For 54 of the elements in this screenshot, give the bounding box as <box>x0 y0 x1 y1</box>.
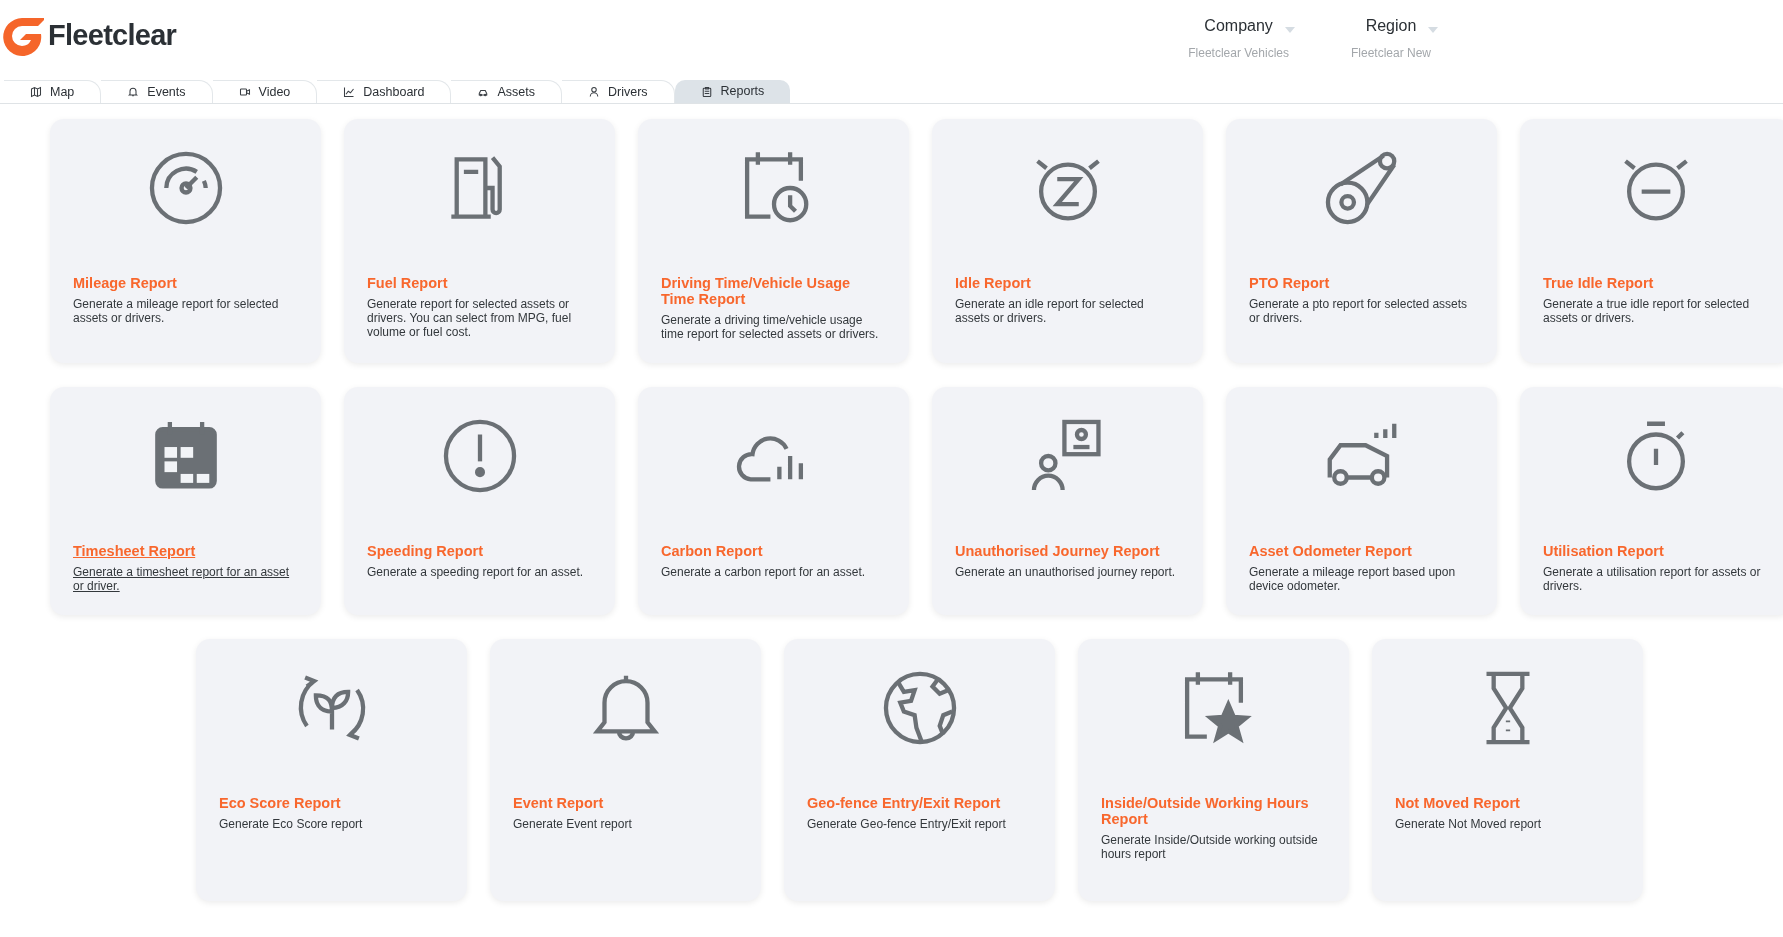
report-card[interactable]: Asset Odometer Report Generate a mileage report based upon device odometer. <box>1226 387 1497 615</box>
selector-value: Fleetclear New <box>1350 45 1431 62</box>
clipboard-icon <box>700 85 713 98</box>
report-description: Generate a timesheet report for an asset or driver. <box>73 565 291 593</box>
report-card[interactable]: Inside/Outside Working Hours Report Generate Inside/Outside working outside hours report <box>1078 639 1349 901</box>
selector-label[interactable]: Region <box>1365 14 1417 38</box>
bell-icon <box>127 86 140 98</box>
report-description: Generate an idle report for selected assets or drivers. <box>955 297 1145 325</box>
nav-tab[interactable]: Drivers <box>561 80 675 103</box>
report-description: Generate a pto report for selected assets or drivers. <box>1249 297 1469 325</box>
report-description: Generate a utilisation report for assets or drivers. <box>1543 565 1762 593</box>
nav-tab[interactable]: Events <box>101 80 213 103</box>
person-icon <box>587 86 600 98</box>
report-card[interactable]: Speeding Report Generate a speeding report for an asset. <box>344 387 615 615</box>
nav-tab[interactable]: Reports <box>674 80 791 103</box>
report-card[interactable]: Geo-fence Entry/Exit Report Generate Geo-fence Entry/Exit report <box>784 639 1055 901</box>
report-description: Generate Inside/Outside working outside hours report <box>1101 833 1319 861</box>
report-description: Generate an unauthorised journey report. <box>955 565 1177 579</box>
report-description: Generate Not Moved report <box>1395 817 1543 831</box>
report-card[interactable]: Utilisation Report Generate a utilisation report for assets or drivers. <box>1520 387 1783 615</box>
report-card[interactable]: Event Report Generate Event report <box>490 639 761 901</box>
report-description: Generate a driving time/vehicle usage time report for selected assets or drivers. <box>661 313 880 341</box>
caret-icon[interactable] <box>1284 27 1295 33</box>
report-card[interactable]: Unauthorised Journey Report Generate an unauthorised journey report. <box>932 387 1203 615</box>
report-description: Generate a true idle report for selected assets or drivers. <box>1543 297 1751 325</box>
line-chart-icon <box>343 86 356 98</box>
report-description: Generate Eco Score report <box>219 817 364 831</box>
report-description: Generate a mileage report based upon device odometer. <box>1249 565 1457 593</box>
report-description: Generate a speeding report for an asset. <box>367 565 585 579</box>
video-camera-icon <box>238 86 251 98</box>
report-card[interactable]: True Idle Report Generate a true idle report for selected assets or drivers. <box>1520 119 1783 363</box>
nav-tab[interactable]: Map <box>4 80 102 103</box>
report-card[interactable]: Not Moved Report Generate Not Moved report <box>1372 639 1643 901</box>
report-description: Generate a carbon report for an asset. <box>661 565 867 579</box>
report-card[interactable]: Eco Score Report Generate Eco Score report <box>196 639 467 901</box>
nav-tab[interactable]: Dashboard <box>317 80 452 103</box>
report-card[interactable]: Fuel Report Generate report for selected assets or drivers. You can select from MPG, fuel volume or fuel cost. <box>344 119 615 363</box>
report-card[interactable]: Mileage Report Generate a mileage report for selected assets or drivers. <box>50 119 321 363</box>
report-card[interactable]: Driving Time/Vehicle Usage Time Report Generate a driving time/vehicle usage time report for selected assets or drivers. <box>638 119 909 363</box>
selector-value: Fleetclear Vehicles <box>1188 45 1289 62</box>
report-card[interactable]: Timesheet Report Generate a timesheet report for an asset or driver. <box>50 387 321 615</box>
report-description: Generate Event report <box>513 817 633 831</box>
caret-icon[interactable] <box>1428 27 1439 33</box>
nav-tab[interactable]: Assets <box>451 80 562 103</box>
nav-tab[interactable]: Video <box>212 80 318 103</box>
report-card[interactable]: PTO Report Generate a pto report for selected assets or drivers. <box>1226 119 1497 363</box>
brand-name: Fleetclear <box>48 18 177 54</box>
map-icon <box>30 86 42 98</box>
report-description: Generate a mileage report for selected assets or drivers. <box>73 297 280 325</box>
report-card[interactable]: Carbon Report Generate a carbon report for an asset. <box>638 387 909 615</box>
report-description: Generate report for selected assets or drivers. You can select from MPG, fuel volume or fuel cost. <box>367 297 573 339</box>
report-card[interactable]: Idle Report Generate an idle report for selected assets or drivers. <box>932 119 1203 363</box>
report-description: Generate Geo-fence Entry/Exit report <box>807 817 1007 831</box>
selector-label[interactable]: Company <box>1204 14 1273 38</box>
